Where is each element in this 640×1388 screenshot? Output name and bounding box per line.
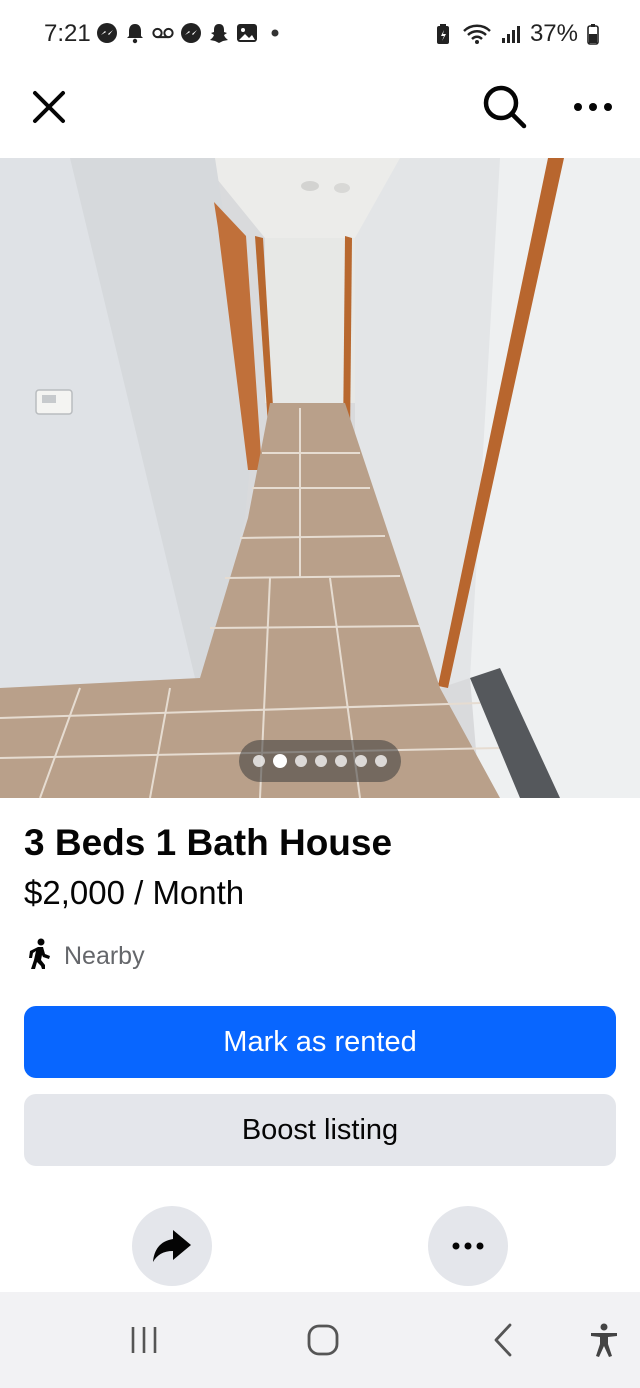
gallery-icon xyxy=(236,22,258,44)
carousel-dot[interactable] xyxy=(315,755,327,767)
battery-percent: 37% xyxy=(529,20,578,47)
listing-price: $2,000 / Month xyxy=(24,874,245,911)
status-time: 7:21 xyxy=(44,20,91,47)
back-button[interactable] xyxy=(477,1314,529,1366)
battery-icon xyxy=(586,23,600,45)
more-horizontal-icon xyxy=(452,1242,484,1250)
close-button[interactable] xyxy=(22,80,76,134)
signal-icon xyxy=(500,23,522,45)
options-button[interactable] xyxy=(428,1206,508,1286)
location-row: Nearby xyxy=(24,938,145,975)
carousel-dot[interactable] xyxy=(335,755,347,767)
carousel-dot[interactable] xyxy=(295,755,307,767)
search-button[interactable] xyxy=(476,78,534,136)
carousel-dot[interactable] xyxy=(375,755,387,767)
recents-button[interactable] xyxy=(118,1314,170,1366)
carousel-indicator[interactable] xyxy=(239,740,401,782)
notification-bell-icon xyxy=(124,22,146,44)
carousel-dot[interactable] xyxy=(355,755,367,767)
more-dot-icon xyxy=(264,22,286,44)
share-button[interactable] xyxy=(132,1206,212,1286)
listing-title: 3 Beds 1 Bath House xyxy=(24,822,393,863)
snapchat-icon xyxy=(208,22,230,44)
accessibility-icon xyxy=(591,1323,617,1357)
voicemail-icon xyxy=(152,22,174,44)
walking-person-icon xyxy=(24,938,54,975)
share-arrow-icon xyxy=(153,1230,191,1262)
wifi-icon xyxy=(462,23,492,45)
more-icon xyxy=(574,103,612,111)
mark-as-rented-button[interactable]: Mark as rented xyxy=(24,1006,616,1078)
location-text: Nearby xyxy=(64,942,145,970)
more-button[interactable] xyxy=(566,78,620,136)
battery-saver-icon xyxy=(432,23,454,45)
search-icon xyxy=(483,85,527,129)
listing-photo[interactable] xyxy=(0,158,640,798)
accessibility-button[interactable] xyxy=(578,1314,630,1366)
status-notification-icons xyxy=(96,22,286,44)
recents-icon xyxy=(131,1327,157,1353)
messenger-icon xyxy=(96,22,118,44)
top-bar xyxy=(0,70,640,158)
status-bar: 7:21 37% xyxy=(0,0,640,70)
boost-listing-button[interactable]: Boost listing xyxy=(24,1094,616,1166)
system-nav-bar xyxy=(0,1292,640,1388)
carousel-dot[interactable] xyxy=(253,755,265,767)
carousel-dot[interactable] xyxy=(273,754,287,768)
home-icon xyxy=(307,1324,339,1356)
status-system-icons: 37% xyxy=(432,20,600,48)
back-icon xyxy=(494,1323,512,1357)
home-button[interactable] xyxy=(297,1314,349,1366)
messenger-icon xyxy=(180,22,202,44)
close-icon xyxy=(33,91,65,123)
